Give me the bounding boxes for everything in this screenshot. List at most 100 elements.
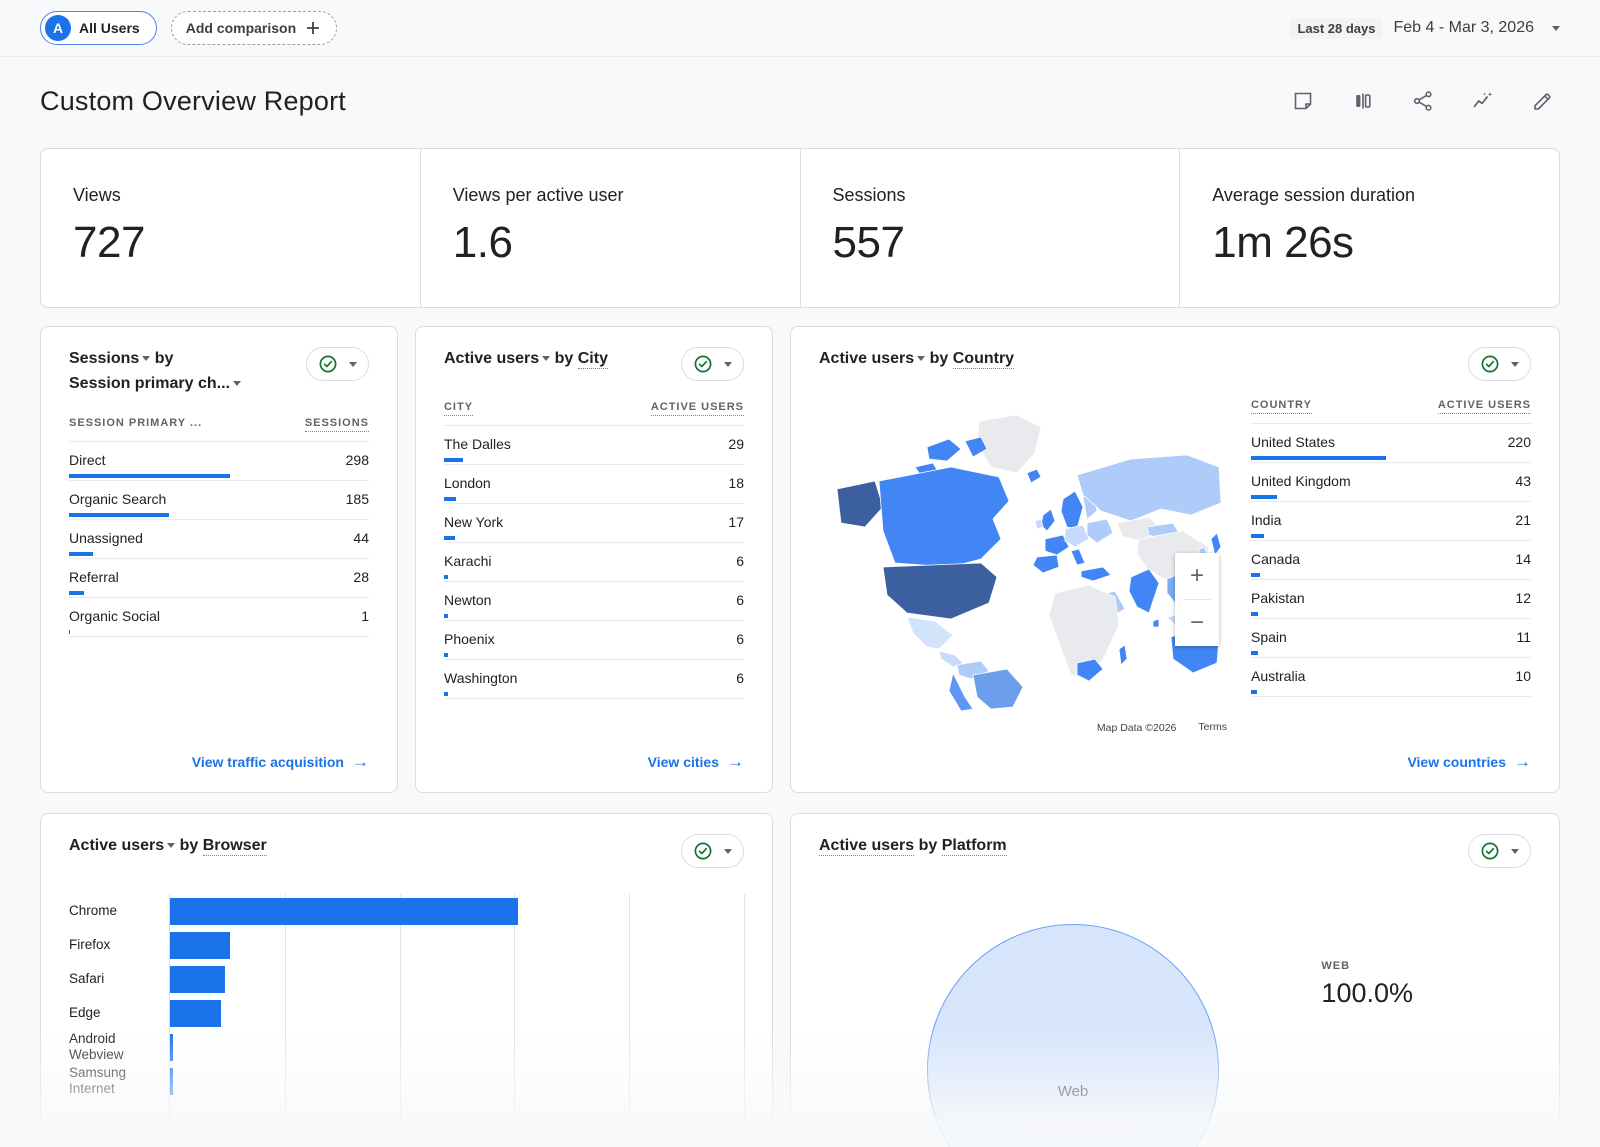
view-cities-link[interactable]: View cities→	[648, 753, 744, 770]
note-icon[interactable]	[1286, 84, 1320, 118]
row-bar	[444, 458, 463, 462]
row-value: 21	[1515, 512, 1531, 528]
bar[interactable]	[170, 898, 518, 925]
kpi-label: Views	[73, 185, 388, 206]
bar[interactable]	[170, 932, 230, 959]
row-value: 220	[1508, 434, 1531, 450]
kpi-avg-session-duration: Average session duration 1m 26s	[1179, 149, 1559, 307]
dimension-selector[interactable]: Browser	[203, 837, 267, 856]
audience-avatar: A	[45, 15, 71, 41]
row-value: 6	[736, 631, 744, 647]
row-label: New York	[444, 514, 503, 530]
row-label: Organic Search	[69, 491, 166, 507]
date-range-text: Feb 4 - Mar 3, 2026	[1393, 19, 1534, 37]
map-attribution: Map Data ©2026	[1093, 721, 1181, 735]
users-by-browser-card: Active users by Browser ChromeFirefoxSaf…	[40, 813, 773, 1147]
row-label: Organic Social	[69, 608, 160, 624]
row-bar	[1251, 690, 1257, 694]
column-metric[interactable]: ACTIVE USERS	[651, 401, 744, 416]
analytics-report-page: A All Users Add comparison Last 28 days …	[0, 0, 1600, 1147]
column-dimension[interactable]: COUNTRY	[1251, 399, 1312, 414]
table-row: Phoenix6	[444, 621, 744, 660]
share-icon[interactable]	[1406, 84, 1440, 118]
row-value: 11	[1516, 629, 1531, 645]
users-by-country-card: Active users by Country	[790, 326, 1560, 793]
map-zoom-control: + −	[1175, 553, 1219, 646]
card-title: Active users by City	[444, 347, 608, 372]
table-row: Spain 11	[1251, 619, 1531, 658]
data-quality-pill[interactable]	[681, 347, 744, 381]
column-metric[interactable]: SESSIONS	[305, 417, 369, 432]
bar-category-label: Samsung Internet	[69, 1064, 153, 1098]
users-by-city-card: Active users by City CITY ACTIVE USE	[415, 326, 773, 793]
chevron-down-icon	[142, 356, 150, 361]
gridline	[744, 894, 745, 1147]
table-row: Unassigned44	[69, 520, 369, 559]
dimension-selector[interactable]: Country	[953, 350, 1014, 369]
dimension-selector[interactable]: Platform	[942, 837, 1007, 856]
all-users-chip[interactable]: A All Users	[40, 11, 157, 45]
row-label: Washington	[444, 670, 517, 686]
comparison-icon[interactable]	[1346, 84, 1380, 118]
bar-category-label: Firefox	[69, 928, 153, 962]
table-row: Newton6	[444, 582, 744, 621]
bar-category-label: Edge	[69, 996, 153, 1030]
row-value: 29	[728, 436, 744, 452]
row-label: Direct	[69, 452, 106, 468]
edit-icon[interactable]	[1526, 84, 1560, 118]
map-zoom-out-button[interactable]: −	[1175, 600, 1219, 646]
column-metric[interactable]: ACTIVE USERS	[1438, 399, 1531, 414]
chevron-down-icon	[167, 843, 175, 848]
metric-selector[interactable]: Active users	[819, 837, 914, 856]
add-comparison-button[interactable]: Add comparison	[171, 11, 337, 45]
column-dimension[interactable]: SESSION PRIMARY ...	[69, 417, 202, 432]
platform-pie-slice-web[interactable]: Web	[927, 924, 1219, 1147]
view-traffic-acquisition-link[interactable]: View traffic acquisition→	[192, 753, 369, 770]
world-map-svg	[819, 411, 1233, 711]
world-map[interactable]: + − Map Data ©2026 Terms	[819, 385, 1233, 735]
kpi-value: 1.6	[453, 218, 768, 268]
kpi-summary-card: Views 727 Views per active user 1.6 Sess…	[40, 148, 1560, 308]
dimension-selector[interactable]: City	[578, 350, 608, 369]
row-value: 6	[736, 592, 744, 608]
data-quality-pill[interactable]	[1468, 834, 1531, 868]
data-quality-pill[interactable]	[681, 834, 744, 868]
table-row: India21	[1251, 502, 1531, 541]
data-quality-pill[interactable]	[1468, 347, 1531, 381]
check-circle-icon	[1480, 354, 1500, 374]
bar[interactable]	[170, 1000, 221, 1027]
city-table: The Dalles29London18New York17Karachi6Ne…	[444, 426, 744, 699]
map-terms-link[interactable]: Terms	[1198, 721, 1227, 735]
page-title: Custom Overview Report	[40, 86, 346, 117]
metric-selector[interactable]: Sessions	[69, 350, 150, 367]
metric-selector[interactable]: Active users	[819, 350, 925, 367]
bar[interactable]	[170, 1034, 173, 1061]
metric-selector[interactable]: Active users	[69, 837, 175, 854]
row-bar	[69, 591, 84, 595]
date-range-picker[interactable]: Last 28 days Feb 4 - Mar 3, 2026	[1289, 18, 1560, 39]
row-bar	[1251, 534, 1264, 538]
row-bar	[69, 552, 93, 556]
data-quality-pill[interactable]	[306, 347, 369, 381]
chevron-down-icon	[1552, 26, 1560, 31]
map-zoom-in-button[interactable]: +	[1175, 553, 1219, 599]
column-dimension[interactable]: CITY	[444, 401, 473, 416]
report-content: Views 727 Views per active user 1.6 Sess…	[0, 148, 1600, 1147]
metric-selector[interactable]: Active users	[444, 350, 550, 367]
view-countries-link[interactable]: View countries→	[1407, 753, 1531, 770]
dimension-selector[interactable]: Session primary ch...	[69, 375, 241, 392]
table-row: Organic Social1	[69, 598, 369, 637]
row-label: Spain	[1251, 629, 1287, 645]
table-row: Washington6	[444, 660, 744, 699]
card-title-by: by	[155, 350, 174, 367]
bar[interactable]	[170, 1068, 173, 1095]
arrow-right-icon: →	[352, 753, 369, 770]
insights-icon[interactable]	[1466, 84, 1500, 118]
row-bar	[69, 630, 70, 634]
row-value: 18	[728, 475, 744, 491]
bar-row	[170, 962, 744, 996]
chevron-down-icon	[233, 381, 241, 386]
row-value: 17	[728, 514, 744, 530]
all-users-label: All Users	[79, 20, 140, 36]
bar[interactable]	[170, 966, 225, 993]
